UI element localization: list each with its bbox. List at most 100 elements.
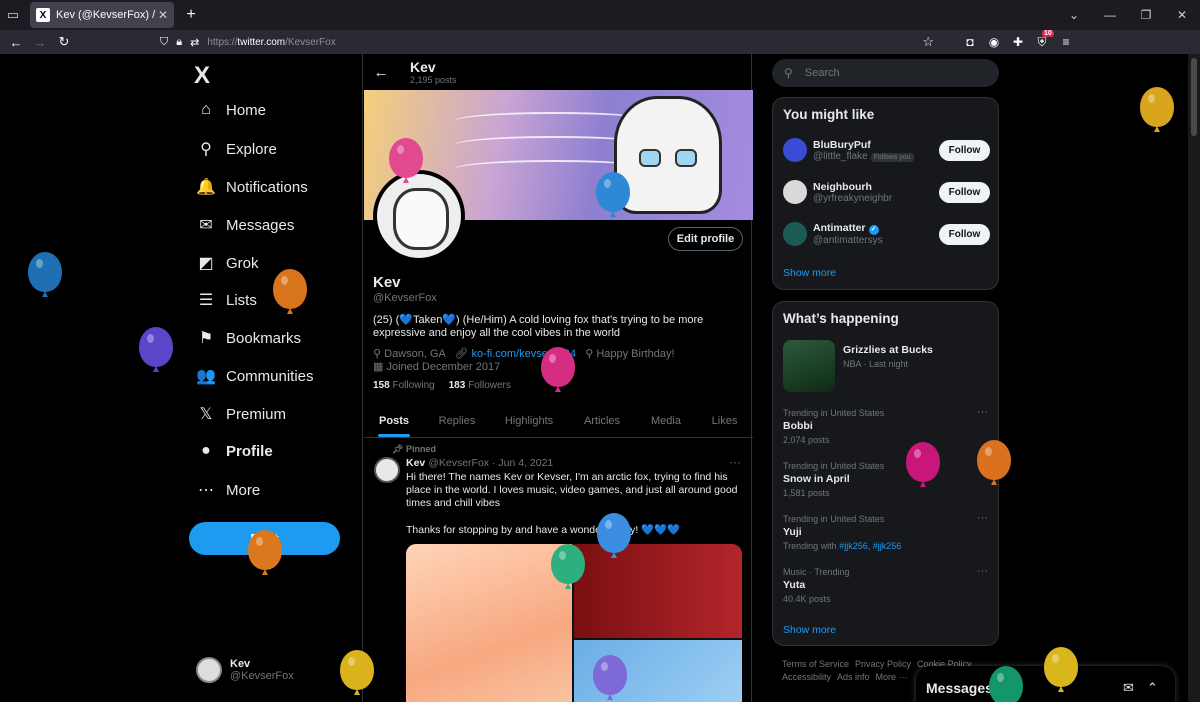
- browser-tab[interactable]: X Kev (@KevserFox) / X ✕: [30, 2, 174, 28]
- footer-link[interactable]: Terms of Service: [782, 659, 849, 669]
- avatar[interactable]: [783, 222, 807, 246]
- birthday-balloon-icon[interactable]: [139, 327, 173, 372]
- footer-link[interactable]: More ···: [876, 672, 908, 682]
- tab-list-icon[interactable]: ▭: [0, 0, 26, 30]
- following-link[interactable]: 158 Following: [373, 380, 435, 391]
- permissions-icon[interactable]: ⇄: [190, 36, 199, 49]
- birthday-balloon-icon[interactable]: [593, 655, 627, 700]
- back-arrow-icon[interactable]: ←: [363, 64, 399, 81]
- nav-item-grok[interactable]: ◩ Grok: [196, 253, 258, 273]
- tab-likes[interactable]: Likes: [696, 404, 753, 437]
- trend-hashtags[interactable]: #jjk256, #jjk256: [839, 541, 901, 551]
- new-tab-button[interactable]: +: [180, 6, 202, 24]
- tab-posts[interactable]: Posts: [364, 404, 424, 437]
- expand-chevron-icon[interactable]: ⌃: [1147, 680, 1158, 696]
- birthday-balloon-icon[interactable]: [273, 269, 307, 314]
- nav-item-bookmarks[interactable]: ⚑ Bookmarks: [196, 328, 301, 348]
- ublock-icon[interactable]: ⛨ 10: [1030, 29, 1054, 50]
- suggestion-name[interactable]: Neighbourh: [813, 181, 872, 193]
- birthday-balloon-icon[interactable]: [28, 252, 62, 297]
- wtf-show-more[interactable]: Show more: [783, 267, 836, 279]
- followers-link[interactable]: 183 Followers: [449, 380, 511, 391]
- tab-replies[interactable]: Replies: [424, 404, 490, 437]
- suggestion-name[interactable]: Antimatter: [813, 222, 866, 234]
- profile-avatar[interactable]: [373, 170, 465, 262]
- tab-highlights[interactable]: Highlights: [490, 404, 568, 437]
- birthday-balloon-icon[interactable]: [340, 650, 374, 695]
- birthday-balloon-icon[interactable]: [551, 544, 585, 589]
- trend-item[interactable]: Trending in United States Bobbi 2,074 post…: [783, 406, 990, 445]
- search-input[interactable]: ⚲ Search: [772, 59, 999, 87]
- close-window-icon[interactable]: ✕: [1164, 8, 1200, 22]
- suggestion-item[interactable]: BluBuryPuf @little_flake Follows you Follow: [783, 138, 990, 162]
- avatar[interactable]: [374, 457, 400, 483]
- nav-item-lists[interactable]: ☰ Lists: [196, 290, 257, 310]
- trend-item[interactable]: Trending in United States Snow in April 1,…: [783, 459, 990, 498]
- birthday-balloon-icon[interactable]: [1044, 647, 1078, 692]
- suggestion-item[interactable]: Neighbourh @yrfreakyneighbr Follow: [783, 180, 990, 204]
- birthday-balloon-icon[interactable]: [389, 138, 423, 183]
- follow-button[interactable]: Follow: [939, 181, 990, 203]
- minimize-icon[interactable]: —: [1092, 8, 1128, 22]
- account-icon[interactable]: ◉: [982, 35, 1006, 50]
- nav-item-more[interactable]: ⋯ More: [196, 480, 260, 500]
- page-scrollbar[interactable]: [1188, 54, 1200, 702]
- trend-more-icon[interactable]: ···: [977, 512, 988, 524]
- url-bar[interactable]: ⛉ 🔒︎ ⇄ https://twitter.com/KevserFox ☆: [84, 31, 940, 53]
- x-logo-icon[interactable]: X: [194, 62, 210, 90]
- suggestion-item[interactable]: Antimatter ✓ @antimattersys Follow: [783, 222, 990, 246]
- nav-item-premium[interactable]: 𝕏 Premium: [196, 404, 286, 424]
- footer-link[interactable]: Ads info: [837, 672, 870, 682]
- birthday-balloon-icon[interactable]: [989, 666, 1023, 702]
- reload-icon[interactable]: ↻: [52, 34, 76, 50]
- back-icon[interactable]: ←: [4, 35, 28, 50]
- footer-link[interactable]: Accessibility: [782, 672, 831, 682]
- close-tab-icon[interactable]: ✕: [158, 8, 168, 22]
- nav-item-profile[interactable]: ● Profile: [196, 442, 273, 460]
- trend-more-icon[interactable]: ···: [977, 565, 988, 577]
- scrollbar-thumb[interactable]: [1191, 58, 1197, 136]
- birthday-balloon-icon[interactable]: [248, 530, 282, 575]
- tab-articles[interactable]: Articles: [568, 404, 636, 437]
- restore-icon[interactable]: ❐: [1128, 8, 1164, 22]
- birthday-balloon-icon[interactable]: [597, 513, 631, 558]
- menu-icon[interactable]: ≡: [1054, 35, 1078, 50]
- new-message-icon[interactable]: ✉: [1123, 680, 1134, 696]
- shield-icon[interactable]: ⛉: [160, 36, 168, 49]
- avatar[interactable]: [783, 180, 807, 204]
- tweet-image-fox-dancing[interactable]: [406, 544, 572, 702]
- tweet-date[interactable]: · Jun 4, 2021: [492, 457, 553, 469]
- bookmark-star-icon[interactable]: ☆: [922, 34, 934, 50]
- happening-show-more[interactable]: Show more: [783, 624, 836, 636]
- footer-link[interactable]: Privacy Policy: [855, 659, 911, 669]
- suggestion-name[interactable]: BluBuryPuf: [813, 139, 871, 151]
- nav-item-home[interactable]: ⌂ Home: [196, 101, 266, 119]
- nav-item-communities[interactable]: 👥 Communities: [196, 366, 314, 386]
- birthday-balloon-icon[interactable]: [596, 172, 630, 217]
- follow-button[interactable]: Follow: [939, 139, 990, 161]
- tab-overflow-icon[interactable]: ⌄: [1056, 8, 1092, 22]
- trend-item[interactable]: Trending in United States Yuji Trending wi…: [783, 512, 990, 551]
- trend-more-icon[interactable]: ···: [977, 406, 988, 418]
- nav-item-messages[interactable]: ✉ Messages: [196, 215, 294, 235]
- event-item[interactable]: Grizzlies at Bucks NBA · Last night: [783, 340, 933, 392]
- extensions-icon[interactable]: ✚: [1006, 35, 1030, 50]
- avatar[interactable]: [783, 138, 807, 162]
- lock-icon[interactable]: 🔒︎: [176, 36, 182, 49]
- tweet-more-icon[interactable]: ···: [729, 455, 741, 469]
- birthday-balloon-icon[interactable]: [977, 440, 1011, 485]
- edit-profile-button[interactable]: Edit profile: [668, 227, 743, 251]
- tweet-author-name[interactable]: Kev: [406, 457, 425, 469]
- forward-icon[interactable]: →: [28, 35, 52, 50]
- birthday-balloon-icon[interactable]: [541, 347, 575, 392]
- birthday-balloon-icon[interactable]: [906, 442, 940, 487]
- nav-item-notifications[interactable]: 🔔 Notifications: [196, 177, 308, 197]
- tweet-image-fox-guitar[interactable]: [574, 544, 742, 638]
- follow-button[interactable]: Follow: [939, 223, 990, 245]
- nav-item-explore[interactable]: ⚲ Explore: [196, 139, 277, 159]
- birthday-balloon-icon[interactable]: [1140, 87, 1174, 132]
- trend-item[interactable]: Music · Trending Yuta 40.4K posts ···: [783, 565, 990, 604]
- tab-media[interactable]: Media: [636, 404, 696, 437]
- url-text[interactable]: https://twitter.com/KevserFox: [207, 37, 335, 48]
- pocket-icon[interactable]: ◘: [958, 35, 982, 50]
